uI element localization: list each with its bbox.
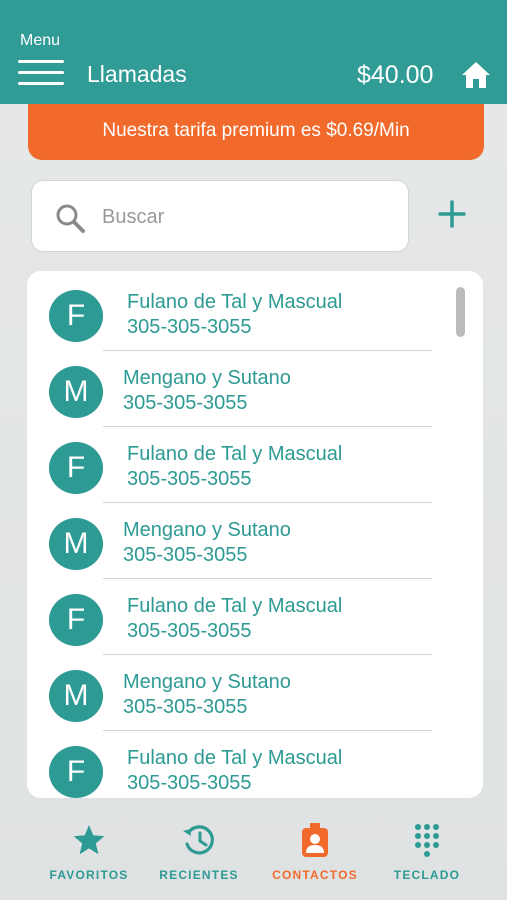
tab-label: FAVORITOS [49,868,129,882]
star-icon [73,825,105,855]
contact-row[interactable]: M Mengano y Sutano 305-305-3055 [27,503,483,579]
hamburger-menu-icon[interactable] [18,60,64,88]
history-icon [183,825,214,855]
contact-name: Fulano de Tal y Mascual [127,747,343,769]
bottom-tab-bar: FAVORITOS RECIENTES CONTACTOS TECLADO [0,810,507,900]
contacts-icon [302,823,328,857]
contact-row[interactable]: M Mengano y Sutano 305-305-3055 [27,655,483,731]
contact-list: F Fulano de Tal y Mascual 305-305-3055 M… [27,271,483,798]
tab-label: CONTACTOS [272,868,358,882]
search-input[interactable] [102,201,392,233]
avatar: F [49,442,103,494]
avatar: F [49,746,103,798]
contact-name: Fulano de Tal y Mascual [127,443,343,465]
tab-label: RECIENTES [159,868,239,882]
contact-name: Mengano y Sutano [123,519,291,541]
add-contact-button[interactable] [438,200,466,228]
contact-row[interactable]: F Fulano de Tal y Mascual 305-305-3055 [27,731,483,798]
app-header: Menu Llamadas $40.00 [0,0,507,104]
dialpad-icon [415,824,439,857]
contact-phone: 305-305-3055 [127,620,252,642]
contact-row[interactable]: M Mengano y Sutano 305-305-3055 [27,351,483,427]
contact-phone: 305-305-3055 [123,392,248,414]
contact-phone: 305-305-3055 [127,468,252,490]
avatar: M [49,670,103,722]
contact-phone: 305-305-3055 [127,772,252,794]
tab-contactos[interactable]: CONTACTOS [260,810,370,890]
contact-row[interactable]: F Fulano de Tal y Mascual 305-305-3055 [27,579,483,655]
balance-amount: $40.00 [357,61,434,89]
tab-teclado[interactable]: TECLADO [372,810,482,890]
tab-favoritos[interactable]: FAVORITOS [34,810,144,890]
contact-phone: 305-305-3055 [127,316,252,338]
contact-phone: 305-305-3055 [123,544,248,566]
search-box [31,180,409,252]
tab-recientes[interactable]: RECIENTES [144,810,254,890]
avatar: M [49,518,103,570]
page-title: Llamadas [87,61,187,87]
contact-row[interactable]: F Fulano de Tal y Mascual 305-305-3055 [27,427,483,503]
search-icon [56,204,85,233]
menu-label: Menu [20,32,61,49]
avatar: F [49,290,103,342]
contact-name: Mengano y Sutano [123,671,291,693]
contact-name: Fulano de Tal y Mascual [127,291,343,313]
promo-banner: Nuestra tarifa premium es $0.69/Min [28,104,484,160]
contact-name: Fulano de Tal y Mascual [127,595,343,617]
avatar: F [49,594,103,646]
home-icon[interactable] [460,60,492,90]
contact-phone: 305-305-3055 [123,696,248,718]
avatar: M [49,366,103,418]
tab-label: TECLADO [393,868,461,882]
contact-name: Mengano y Sutano [123,367,291,389]
contact-row[interactable]: F Fulano de Tal y Mascual 305-305-3055 [27,275,483,351]
